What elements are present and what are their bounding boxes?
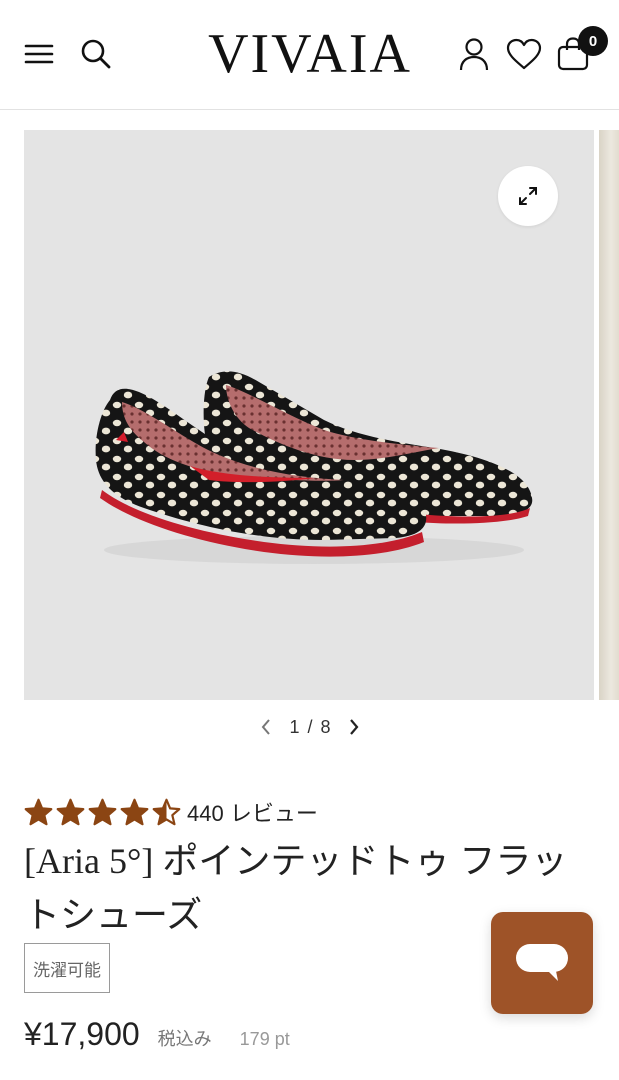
star-rating xyxy=(24,798,181,827)
chat-button[interactable] xyxy=(491,912,593,1014)
pager-separator: / xyxy=(307,716,313,737)
cart-count-badge[interactable]: 0 xyxy=(578,26,608,56)
image-pager: 1 / 8 xyxy=(240,712,380,742)
rating-row[interactable]: 440 レビュー xyxy=(24,796,318,828)
pager-total: 8 xyxy=(320,716,331,737)
zoom-button[interactable] xyxy=(498,166,558,226)
star-full-icon xyxy=(24,798,53,825)
brand-logo[interactable]: VIVAIA xyxy=(190,22,430,86)
previous-image-button[interactable] xyxy=(255,714,277,740)
expand-arrows-icon xyxy=(519,187,537,205)
site-header: VIVAIA 0 xyxy=(0,0,619,110)
chat-bubble-icon xyxy=(516,944,568,981)
review-count[interactable]: 440 レビュー xyxy=(187,796,318,828)
product-price: ¥17,900 xyxy=(24,1016,140,1052)
star-full-icon xyxy=(88,798,117,825)
heart-icon[interactable] xyxy=(504,36,544,72)
pager-count: 1 / 8 xyxy=(289,717,330,738)
tax-label: 税込み xyxy=(157,1029,212,1050)
star-half-icon xyxy=(152,798,181,825)
next-image-button[interactable] xyxy=(343,714,365,740)
star-full-icon xyxy=(56,798,85,825)
account-icon[interactable] xyxy=(456,36,492,72)
price-row: ¥17,900 税込み 179 pt xyxy=(24,1016,290,1060)
search-icon[interactable] xyxy=(78,36,114,72)
menu-icon[interactable] xyxy=(22,38,56,70)
next-image-preview[interactable] xyxy=(599,130,619,700)
reward-points: 179 pt xyxy=(239,1029,290,1049)
product-image[interactable] xyxy=(24,130,594,700)
pager-current: 1 xyxy=(289,716,300,737)
washable-badge: 洗濯可能 xyxy=(24,943,110,993)
chevron-right-icon xyxy=(349,719,358,735)
star-full-icon xyxy=(120,798,149,825)
chevron-left-icon xyxy=(262,719,271,735)
